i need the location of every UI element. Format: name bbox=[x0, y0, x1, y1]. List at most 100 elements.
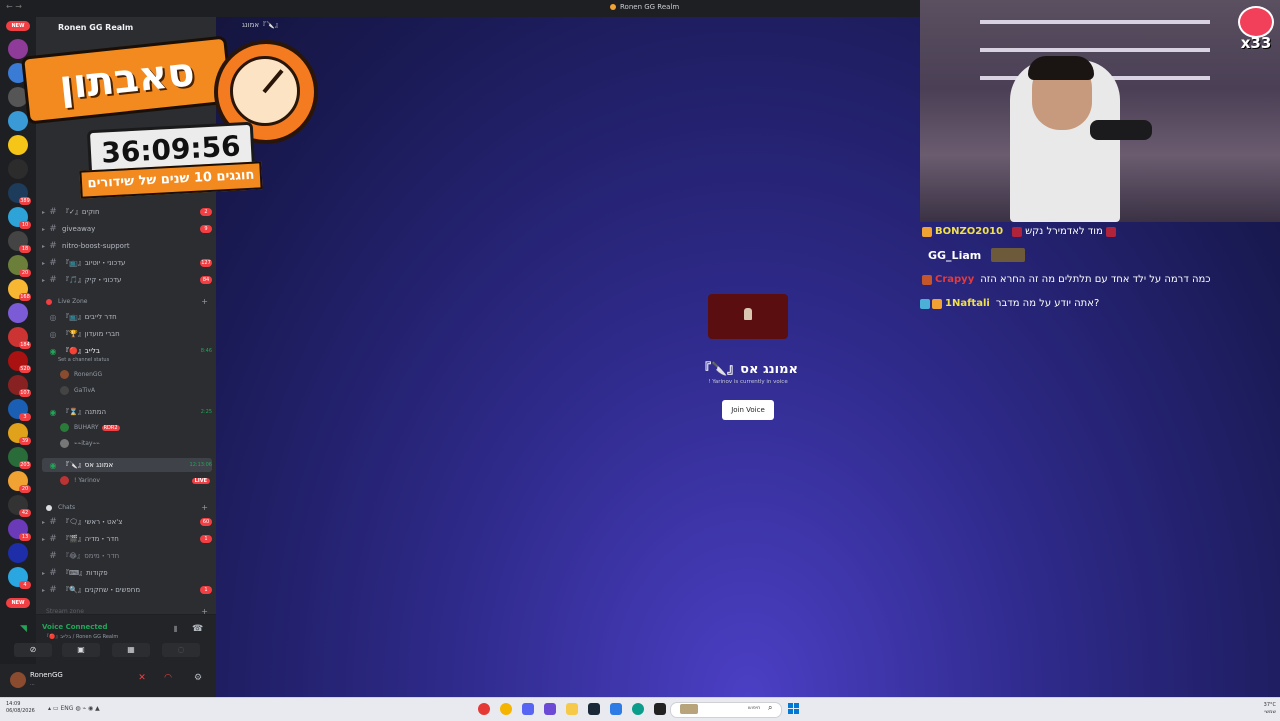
server-icon[interactable]: 4 bbox=[8, 567, 31, 589]
voice-member[interactable]: ⌁⌁itay⌁⌁ bbox=[60, 439, 100, 448]
hash-icon: # bbox=[49, 224, 57, 234]
server-icon[interactable]: 39 bbox=[8, 423, 31, 445]
verified-badge-icon bbox=[920, 298, 930, 309]
chat-message: BONZO2010 מוד לאדמירל נקש bbox=[916, 226, 1280, 237]
server-icon[interactable]: 20 bbox=[8, 471, 31, 493]
server-icon[interactable]: 3 bbox=[8, 399, 31, 421]
stream-preview[interactable] bbox=[708, 294, 788, 339]
server-icon[interactable]: 13 bbox=[8, 519, 31, 541]
voice-channel[interactable]: ◉ 『🔴』בלייב 8:46 bbox=[42, 344, 213, 358]
server-icon[interactable]: 20 bbox=[8, 255, 31, 277]
server-icon[interactable]: 42 bbox=[8, 495, 31, 517]
edge-icon[interactable] bbox=[632, 703, 644, 715]
text-channel[interactable]: ▸ # nitro-boost-support bbox=[42, 239, 212, 253]
add-channel-icon[interactable]: + bbox=[201, 297, 208, 306]
voice-channel[interactable]: ◉ 『⌛』המתנה 2:25 bbox=[42, 405, 213, 419]
taskbar-clock[interactable]: 14:09 06/08/2026 bbox=[6, 701, 35, 715]
new-pill[interactable]: NEW bbox=[6, 598, 30, 608]
category-live-zone[interactable]: Live Zone + bbox=[46, 297, 208, 306]
disconnect-icon[interactable]: ☎ bbox=[192, 624, 203, 634]
headphones-deafened-icon[interactable]: ◠ bbox=[162, 673, 174, 685]
join-voice-button[interactable]: Join Voice bbox=[722, 400, 774, 420]
emote-icon bbox=[1012, 226, 1023, 237]
chat-message: Crapyy כמה דרמה על ילד אחד עם תלתלים מה … bbox=[916, 274, 1280, 285]
taskbar-app-icon[interactable] bbox=[478, 703, 490, 715]
text-channel[interactable]: ▸ # 『📺』עדכוני・יוטיוב 127 bbox=[42, 256, 212, 270]
screen-share-button[interactable]: ▣ bbox=[62, 643, 100, 657]
text-channel[interactable]: ▸ # 『🗨』צ'אט・ראשי 60 bbox=[42, 515, 212, 529]
text-channel[interactable]: ▸ # 『⌨』פקודות bbox=[42, 566, 212, 580]
text-channel[interactable]: ▸ # 『🎬』חדר・מדיה 1 bbox=[42, 532, 212, 546]
voice-member[interactable]: RonenGG bbox=[60, 370, 102, 379]
server-icon[interactable]: 107 bbox=[8, 375, 31, 397]
unread-badge: 60 bbox=[200, 518, 212, 526]
server-badge: 184 bbox=[19, 341, 31, 349]
taskbar-app-icon[interactable] bbox=[654, 703, 666, 715]
unread-badge: 84 bbox=[200, 276, 212, 284]
server-icon[interactable] bbox=[8, 543, 28, 563]
speaker-icon: ◎ bbox=[49, 312, 57, 322]
folder-icon[interactable] bbox=[566, 703, 578, 715]
system-tray[interactable]: ▴ ▭ ENG ◍ ⌁ ◉ ▲ bbox=[48, 705, 100, 712]
gear-icon[interactable]: ⚙ bbox=[192, 673, 204, 685]
signal-icon[interactable]: ◥ bbox=[20, 624, 30, 634]
hash-icon: # bbox=[49, 534, 57, 544]
voice-member[interactable]: GaTivA bbox=[60, 386, 95, 395]
text-channel[interactable]: ▸ # 『✓』חוקים 2 bbox=[42, 205, 212, 219]
text-channel[interactable]: # 『😂』חדר・מימס bbox=[42, 549, 212, 563]
subathon-overlay: סאבתון 36:09:56 חוגגים 10 שנים של שידורי… bbox=[18, 28, 318, 199]
text-channel[interactable]: ▸ # giveaway 9 bbox=[42, 222, 212, 236]
avatar[interactable] bbox=[10, 672, 26, 688]
speaker-icon: ◉ bbox=[49, 460, 57, 470]
user-name[interactable]: RonenGG bbox=[30, 671, 63, 679]
add-channel-icon[interactable]: + bbox=[201, 503, 208, 512]
voice-connected-panel: ◥ Voice Connected 『🔴』בלייב / Ronen GG Re… bbox=[14, 614, 216, 665]
server-icon[interactable]: 18 bbox=[8, 231, 31, 253]
server-badge: 20 bbox=[19, 269, 31, 277]
steam-icon[interactable] bbox=[588, 703, 600, 715]
server-badge: 39 bbox=[19, 437, 31, 445]
server-icon[interactable]: 10 bbox=[8, 207, 31, 229]
voice-channel-name: 『🔪』אמונג אס bbox=[697, 362, 799, 377]
voice-channel[interactable]: ◎ 『📺』חדר לייבים bbox=[42, 310, 212, 324]
hash-icon: # bbox=[49, 241, 57, 251]
category-chats[interactable]: Chats + bbox=[46, 503, 208, 512]
camera-off-button[interactable]: ⊘ bbox=[14, 643, 52, 657]
sub-badge-icon bbox=[922, 274, 932, 285]
mic-muted-icon[interactable]: ✕ bbox=[136, 673, 148, 685]
soundboard-button[interactable]: ◌ bbox=[162, 643, 200, 657]
server-badge: 168 bbox=[19, 293, 31, 301]
back-arrow-icon[interactable]: ← → bbox=[6, 2, 22, 11]
chrome-icon[interactable] bbox=[500, 703, 512, 715]
server-icon[interactable]: 184 bbox=[8, 327, 31, 349]
activities-button[interactable]: ▦ bbox=[112, 643, 150, 657]
sub-badge-icon bbox=[932, 298, 942, 309]
server-badge: 389 bbox=[19, 197, 31, 205]
server-icon[interactable]: 168 bbox=[8, 279, 31, 301]
noise-suppression-icon[interactable]: ⦀ bbox=[174, 625, 178, 635]
channel-status[interactable]: Set a channel status bbox=[58, 357, 109, 363]
voice-member[interactable]: ! Yarinov LIVE bbox=[60, 476, 210, 485]
voice-connected-channel[interactable]: 『🔴』בלייב / Ronen GG Realm bbox=[44, 633, 118, 640]
voice-member[interactable]: BUHARY RDR2 bbox=[60, 423, 120, 432]
server-badge: 20 bbox=[19, 485, 31, 493]
text-channel[interactable]: ▸ # 『🔍』מחפשים・שחקנים 1 bbox=[42, 583, 212, 597]
server-icon[interactable] bbox=[8, 303, 28, 323]
bits-count: x33 bbox=[1240, 34, 1272, 52]
windows-start-icon[interactable] bbox=[788, 703, 800, 715]
voice-channel-selected[interactable]: ◉ 『🔪』אמונג אס 12:13:06 bbox=[42, 458, 212, 472]
discord-icon[interactable] bbox=[522, 703, 534, 715]
server-badge: 42 bbox=[19, 509, 31, 517]
voice-channel[interactable]: ◎ 『🏆』חברי מועדון bbox=[42, 327, 212, 341]
server-badge: 3 bbox=[19, 413, 31, 421]
chat-dot-icon bbox=[46, 504, 52, 511]
chat-message: GG_Liam bbox=[916, 248, 1280, 262]
taskbar-app-icon[interactable] bbox=[544, 703, 556, 715]
taskbar-app-icon[interactable] bbox=[610, 703, 622, 715]
weather-widget[interactable]: 37°C שמשי bbox=[1240, 702, 1276, 716]
avatar bbox=[60, 423, 69, 432]
chat-message: 1Naftali ?אתה יודע על מה מדבר bbox=[916, 298, 1280, 309]
text-channel[interactable]: ▸ # 『🎵』עדכוני・קיק 84 bbox=[42, 273, 212, 287]
server-icon[interactable]: 203 bbox=[8, 447, 31, 469]
server-icon[interactable]: 520 bbox=[8, 351, 31, 373]
